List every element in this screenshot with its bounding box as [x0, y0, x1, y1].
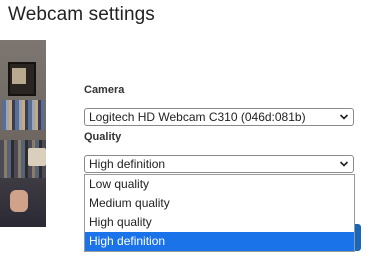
chevron-down-icon	[339, 161, 349, 167]
camera-label: Camera	[84, 84, 125, 96]
quality-select-value: High definition	[89, 157, 166, 171]
quality-label: Quality	[84, 131, 122, 143]
webcam-preview	[0, 40, 46, 227]
camera-select[interactable]: Logitech HD Webcam C310 (046d:081b)	[84, 108, 354, 126]
quality-option-high-definition[interactable]: High definition	[85, 232, 354, 251]
action-button[interactable]	[355, 224, 361, 251]
quality-option-medium[interactable]: Medium quality	[85, 194, 354, 213]
quality-option-high[interactable]: High quality	[85, 213, 354, 232]
quality-select[interactable]: High definition	[84, 155, 354, 173]
page-title: Webcam settings	[8, 4, 155, 25]
chevron-down-icon	[339, 114, 349, 120]
quality-option-low[interactable]: Low quality	[85, 175, 354, 194]
quality-dropdown-list: Low quality Medium quality High quality …	[84, 174, 355, 252]
camera-select-value: Logitech HD Webcam C310 (046d:081b)	[89, 110, 306, 124]
webcam-settings-page: Webcam settings Camera Logitech HD Webca…	[0, 0, 372, 274]
